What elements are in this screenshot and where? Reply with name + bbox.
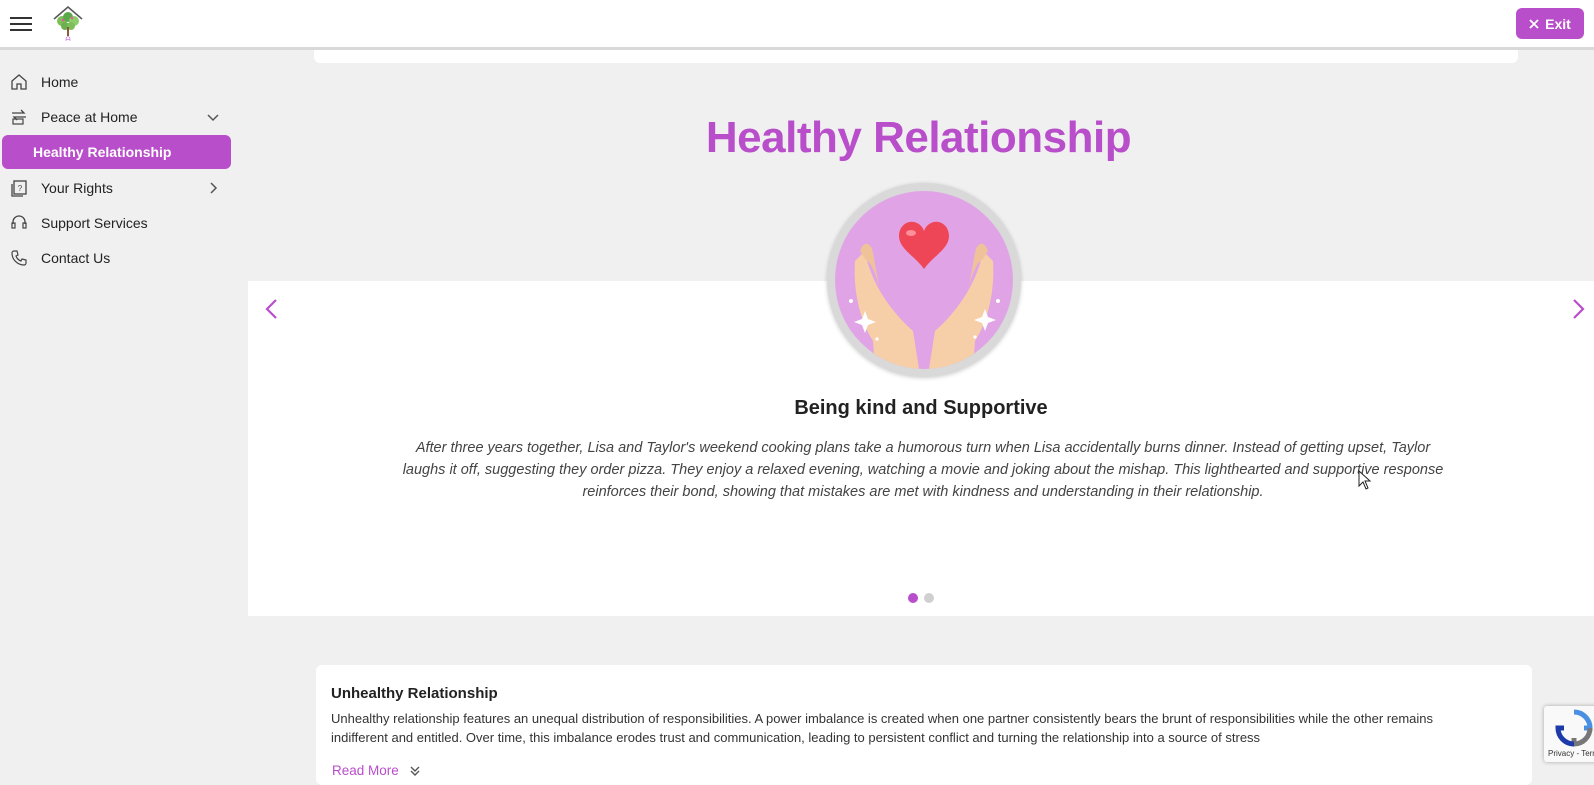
card-title: Unhealthy Relationship <box>331 685 498 702</box>
home-icon <box>11 74 27 90</box>
sidebar-item-label: Contact Us <box>41 250 111 266</box>
carousel-dots <box>908 593 934 603</box>
logo[interactable]: ᗩ <box>50 5 86 43</box>
top-bar: ᗩ Exit <box>0 0 1594 50</box>
unhealthy-relationship-card: Unhealthy Relationship Unhealthy relatio… <box>316 665 1532 785</box>
sidebar-item-support-services[interactable]: Support Services <box>2 206 231 240</box>
sidebar-item-peace-at-home[interactable]: Peace at Home <box>2 100 231 134</box>
sidebar-item-label: Support Services <box>41 215 148 231</box>
read-more-link[interactable]: Read More <box>332 763 421 778</box>
sidebar-item-label: Home <box>41 74 79 90</box>
exit-label: Exit <box>1545 15 1571 32</box>
recaptcha-icon <box>1555 709 1593 747</box>
sidebar-item-your-rights[interactable]: ? Your Rights <box>2 171 231 205</box>
slide-title: Being kind and Supportive <box>794 397 1048 419</box>
sidebar-item-contact-us[interactable]: Contact Us <box>2 241 231 275</box>
recaptcha-terms[interactable]: Privacy - Terms <box>1548 749 1594 758</box>
chevron-down-icon <box>207 114 219 122</box>
exit-button[interactable]: Exit <box>1516 8 1584 39</box>
page-title: Healthy Relationship <box>705 113 1132 162</box>
recaptcha-badge[interactable]: Privacy - Terms <box>1544 706 1594 762</box>
sidebar-item-healthy-relationship[interactable]: Healthy Relationship <box>2 135 231 169</box>
carousel-dot-1[interactable] <box>908 593 918 603</box>
previous-card <box>314 50 1518 63</box>
svg-text:?: ? <box>18 184 23 193</box>
rights-icon: ? <box>11 180 27 197</box>
sidebar-item-label: Peace at Home <box>41 109 138 125</box>
support-icon <box>11 215 27 229</box>
sidebar-item-label: Healthy Relationship <box>33 144 172 160</box>
sidebar-item-home[interactable]: Home <box>2 65 231 99</box>
chevron-right-icon <box>210 182 218 194</box>
sidebar-item-label: Your Rights <box>41 180 113 196</box>
carousel-prev-arrow-icon[interactable] <box>262 297 282 321</box>
hands-heart-icon <box>849 221 1000 369</box>
carousel-dot-2[interactable] <box>924 593 934 603</box>
card-text: Unhealthy relationship features an unequ… <box>331 711 1434 745</box>
slide-image <box>827 183 1021 377</box>
carousel-next-arrow-icon[interactable] <box>1568 297 1588 321</box>
read-more-label: Read More <box>332 763 399 778</box>
close-icon <box>1529 18 1539 29</box>
slide-description: After three years together, Lisa and Tay… <box>402 440 1444 500</box>
peace-icon <box>12 109 26 125</box>
sidebar: Home Peace at Home Healthy Relationship … <box>0 53 243 770</box>
phone-icon <box>11 250 27 266</box>
svg-text:ᗩ: ᗩ <box>66 36 71 43</box>
mouse-cursor-icon <box>1358 470 1372 490</box>
menu-icon[interactable] <box>10 14 32 34</box>
double-chevron-down-icon <box>410 766 420 776</box>
